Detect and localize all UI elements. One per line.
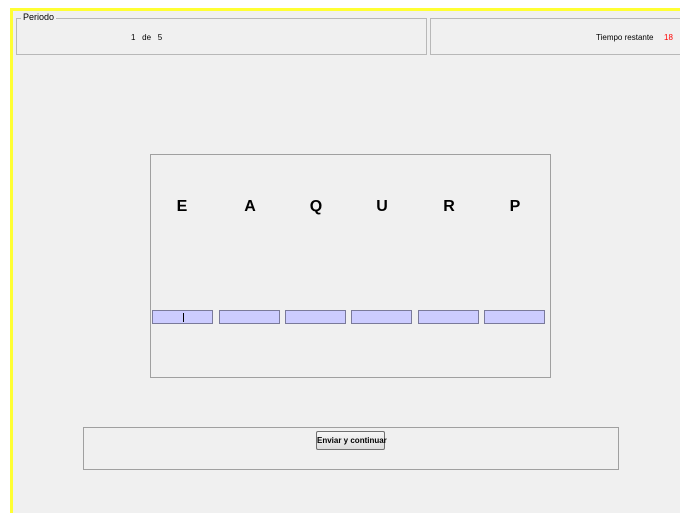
answer-input-6[interactable] <box>484 310 545 324</box>
period-legend: Periodo <box>21 12 57 23</box>
timer-value: 18 <box>664 33 673 42</box>
text-cursor <box>183 313 184 322</box>
letter-5: R <box>443 198 455 215</box>
app-window: Periodo 1 de 5 Tiempo restante 18 E A Q … <box>0 0 680 513</box>
submit-continue-button[interactable]: Enviar y continuar <box>316 431 387 450</box>
answer-input-1[interactable] <box>152 310 213 324</box>
answer-input-3[interactable] <box>285 310 346 324</box>
submit-panel: Enviar y continuar <box>83 427 619 470</box>
letter-4: U <box>376 198 388 215</box>
letter-6: P <box>509 198 521 215</box>
period-separator: de <box>142 33 152 42</box>
task-panel: E A Q U R P <box>150 154 551 378</box>
main-content: Periodo 1 de 5 Tiempo restante 18 E A Q … <box>13 11 680 513</box>
period-total: 5 <box>157 33 163 42</box>
answer-input-5[interactable] <box>418 310 479 324</box>
period-current: 1 <box>131 33 136 42</box>
period-indicator: 1 de 5 <box>131 33 162 43</box>
timer-panel: Tiempo restante 18 <box>430 18 680 55</box>
letter-2: A <box>244 198 256 215</box>
letter-1: E <box>176 198 188 215</box>
answer-input-4[interactable] <box>351 310 412 324</box>
answer-input-2[interactable] <box>219 310 280 324</box>
period-panel: Periodo 1 de 5 <box>16 12 427 55</box>
letter-3: Q <box>309 198 323 215</box>
timer-label: Tiempo restante <box>596 33 654 42</box>
